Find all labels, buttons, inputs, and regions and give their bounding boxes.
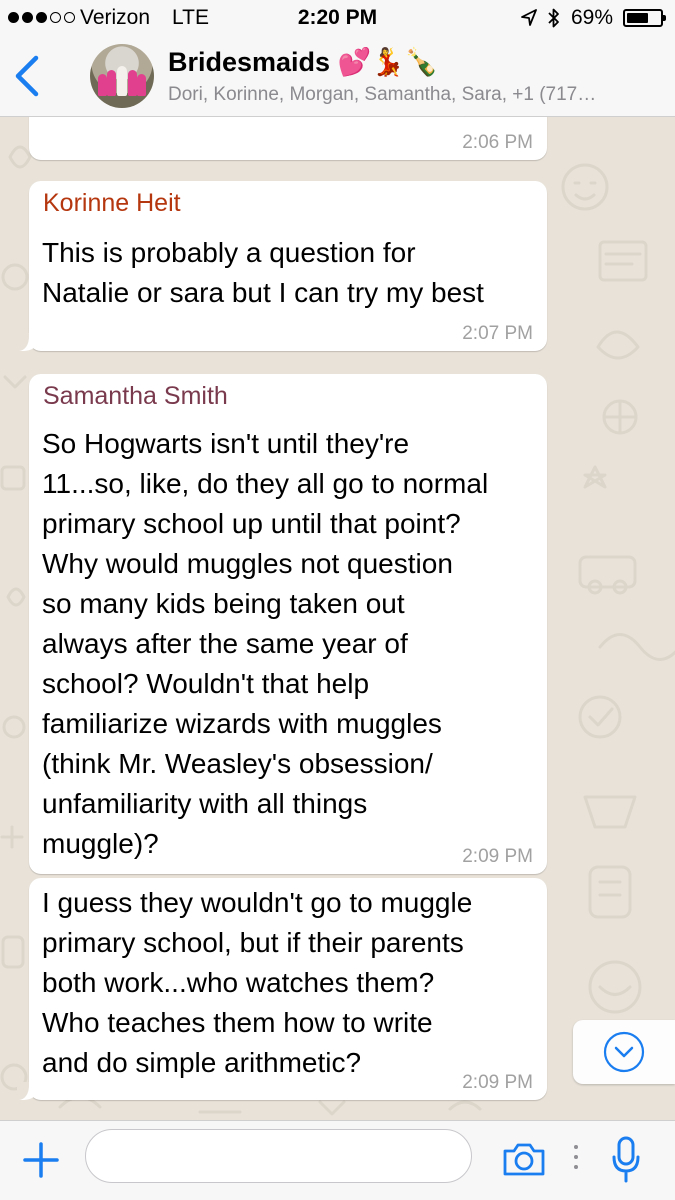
battery-level xyxy=(627,13,648,23)
status-bar: Verizon LTE 2:20 PM 69% xyxy=(0,0,675,38)
message-text: I guess they wouldn't go to muggle prima… xyxy=(42,883,535,1083)
message-line: This is probably a question for xyxy=(42,237,416,268)
sender-name[interactable]: Korinne Heit xyxy=(43,189,181,218)
message-text: This is probably a question for Natalie … xyxy=(42,233,535,313)
scroll-to-bottom-button[interactable] xyxy=(573,1020,675,1084)
message-line: so many kids being taken out xyxy=(42,588,405,619)
location-arrow-icon xyxy=(521,9,537,26)
message-line: primary school, but if their parents xyxy=(42,927,464,958)
bluetooth-icon xyxy=(548,8,559,28)
message-time: 2:09 PM xyxy=(462,846,533,867)
message-line: Why would muggles not question xyxy=(42,548,453,579)
status-indicators: 69% xyxy=(521,6,666,30)
message-bubble[interactable]: 2:06 PM xyxy=(29,117,547,160)
message-time: 2:09 PM xyxy=(462,1072,533,1093)
chevron-down-circle-icon xyxy=(603,1031,645,1073)
message-time: 2:06 PM xyxy=(462,132,533,153)
chevron-left-icon xyxy=(15,55,39,97)
message-text: So Hogwarts isn't until they're 11...so,… xyxy=(42,424,535,864)
message-line: unfamiliarity with all things xyxy=(42,788,368,819)
message-line: school? Wouldn't that help xyxy=(42,668,370,699)
message-line: always after the same year of xyxy=(42,628,408,659)
chat-title[interactable]: Bridesmaids 💕💃🍾 xyxy=(168,46,438,78)
message-time: 2:07 PM xyxy=(462,323,533,344)
input-bar xyxy=(0,1120,675,1200)
camera-icon[interactable] xyxy=(502,1141,546,1177)
message-bubble[interactable]: Samantha Smith So Hogwarts isn't until t… xyxy=(29,374,547,874)
chat-header: Bridesmaids 💕💃🍾 Dori, Korinne, Morgan, S… xyxy=(0,38,675,117)
sender-name[interactable]: Samantha Smith xyxy=(43,382,228,411)
more-vertical-icon[interactable] xyxy=(574,1145,578,1169)
message-bubble[interactable]: Korinne Heit This is probably a question… xyxy=(17,181,547,351)
plus-icon[interactable] xyxy=(22,1141,60,1179)
microphone-icon[interactable] xyxy=(611,1135,641,1185)
message-line: Natalie or sara but I can try my best xyxy=(42,277,484,308)
message-line: muggle)? xyxy=(42,828,159,859)
message-line: and do simple arithmetic? xyxy=(42,1047,362,1078)
chat-area[interactable]: 2:06 PM Korinne Heit This is probably a … xyxy=(0,117,675,1120)
message-line: familiarize wizards with muggles xyxy=(42,708,442,739)
message-line: both work...who watches them? xyxy=(42,967,435,998)
message-line: Who teaches them how to write xyxy=(42,1007,433,1038)
message-line: So Hogwarts isn't until they're xyxy=(42,428,410,459)
message-line: I guess they wouldn't go to muggle xyxy=(42,887,473,918)
message-line: (think Mr. Weasley's obsession/ xyxy=(42,748,433,779)
battery-percent: 69% xyxy=(570,6,613,29)
group-avatar[interactable] xyxy=(90,44,154,108)
message-bubble[interactable]: I guess they wouldn't go to muggle prima… xyxy=(17,878,547,1100)
back-button[interactable] xyxy=(10,54,44,98)
chat-members[interactable]: Dori, Korinne, Morgan, Samantha, Sara, +… xyxy=(168,84,663,106)
message-input[interactable] xyxy=(85,1129,472,1183)
message-line: 11...so, like, do they all go to normal xyxy=(42,468,489,499)
message-line: primary school up until that point? xyxy=(42,508,461,539)
battery-icon xyxy=(623,9,666,27)
